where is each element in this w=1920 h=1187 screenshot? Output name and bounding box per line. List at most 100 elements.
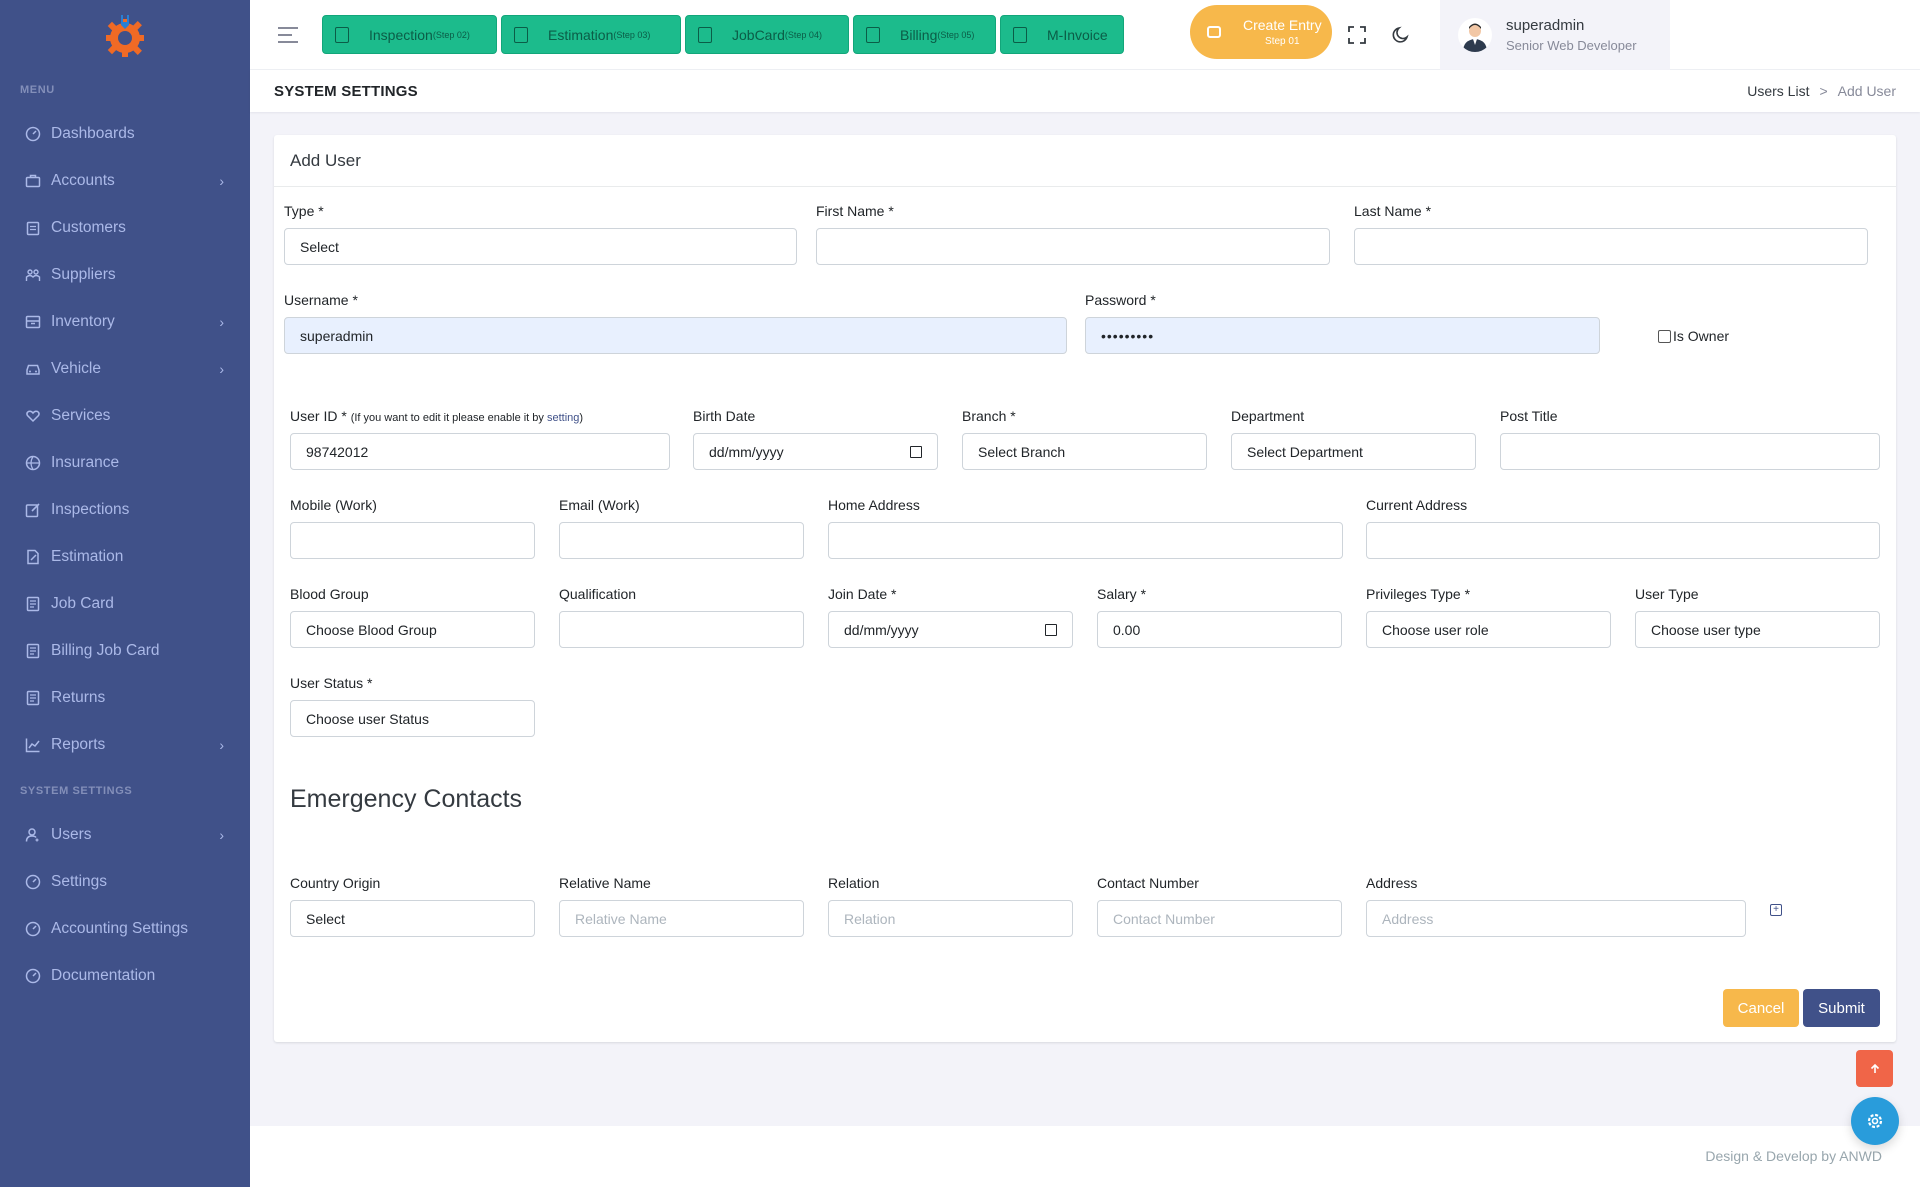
create-entry-button[interactable]: Create Entry Step 01 [1190,5,1332,59]
privileges-select[interactable]: Choose user role [1366,611,1611,648]
sidebar-item-label: Documentation [51,966,156,984]
sidebar-item-insurance[interactable]: Insurance [0,439,250,486]
address-input[interactable]: Address [1366,900,1746,937]
setting-link[interactable]: setting [547,412,579,424]
step-button-inspection[interactable]: Inspection (Step 02) [322,15,497,54]
is-owner-checkbox-wrap: Is Owner [1658,328,1729,344]
user-id-note: (If you want to edit it please enable it… [351,412,583,424]
back-to-top-button[interactable] [1856,1050,1893,1087]
step-button-m-invoice[interactable]: M-Invoice [1000,15,1124,54]
sidebar-item-suppliers[interactable]: Suppliers [0,251,250,298]
mobile-input[interactable] [290,522,535,559]
step-button-estimation[interactable]: Estimation (Step 03) [501,15,681,54]
birth-date-label: Birth Date [693,408,756,424]
first-name-field: First Name * [816,203,1330,265]
step-button-step: (Step 05) [937,29,975,40]
address-field: Address Address [1366,875,1746,937]
calendar-icon[interactable] [1045,623,1057,636]
password-input[interactable]: ••••••••• [1085,317,1600,354]
contact-number-input[interactable]: Contact Number [1097,900,1342,937]
edit-doc-icon [25,549,41,565]
privileges-label: Privileges Type * [1366,586,1471,602]
chevron-right-icon: › [219,360,224,377]
sidebar-item-job-card[interactable]: Job Card [0,580,250,627]
email-input[interactable] [559,522,804,559]
sidebar-item-accounts[interactable]: Accounts › [0,157,250,204]
type-select[interactable]: Select [284,228,797,265]
customizer-gear-button[interactable] [1851,1097,1899,1145]
document-icon [698,26,712,43]
add-row-plus-icon[interactable]: + [1770,904,1782,916]
sidebar-item-vehicle[interactable]: Vehicle › [0,345,250,392]
sidebar-item-estimation[interactable]: Estimation [0,533,250,580]
step-button-label: M-Invoice [1047,26,1108,43]
sidebar-item-reports[interactable]: Reports › [0,721,250,768]
step-button-billing[interactable]: Billing (Step 05) [853,15,996,54]
relative-name-input[interactable]: Relative Name [559,900,804,937]
salary-input[interactable]: 0.00 [1097,611,1342,648]
join-date-input[interactable]: dd/mm/yyyy [828,611,1073,648]
edit-box-icon [25,502,41,518]
hamburger-menu-icon[interactable] [278,26,300,43]
create-entry-step: Step 01 [1265,36,1300,47]
salary-label: Salary * [1097,586,1147,602]
sidebar-item-accounting-settings[interactable]: Accounting Settings [0,905,250,952]
user-status-select[interactable]: Choose user Status [290,700,535,737]
menu-section-title: MENU [20,84,55,96]
sidebar-item-users[interactable]: Users › [0,811,250,858]
sidebar-item-billing-job-card[interactable]: Billing Job Card [0,627,250,674]
document-icon [514,26,528,43]
qualification-input[interactable] [559,611,804,648]
birth-date-input[interactable]: dd/mm/yyyy [693,433,938,470]
footer: Design & Develop by ANWD [250,1126,1920,1187]
current-address-input[interactable] [1366,522,1880,559]
post-title-input[interactable] [1500,433,1880,470]
sidebar-item-dashboards[interactable]: Dashboards [0,110,250,157]
submit-button[interactable]: Submit [1803,989,1880,1027]
branch-select[interactable]: Select Branch [962,433,1207,470]
user-id-input[interactable]: 98742012 [290,433,670,470]
footer-credit: Design & Develop by ANWD [1705,1148,1882,1164]
sidebar-item-label: Insurance [51,453,120,471]
sidebar-item-inventory[interactable]: Inventory › [0,298,250,345]
email-label: Email (Work) [559,497,640,513]
is-owner-checkbox[interactable] [1658,329,1671,343]
address-placeholder: Address [1382,910,1434,927]
user-type-select[interactable]: Choose user type [1635,611,1880,648]
country-origin-select[interactable]: Select [290,900,535,937]
first-name-input[interactable] [816,228,1330,265]
avatar [1458,18,1492,52]
sidebar-item-label: Vehicle [51,359,101,377]
step-button-jobcard[interactable]: JobCard (Step 04) [685,15,849,54]
email-field: Email (Work) [559,497,804,559]
fullscreen-icon[interactable] [1348,26,1366,44]
app-logo[interactable] [0,0,250,70]
breadcrumb-users-list-link[interactable]: Users List [1747,83,1809,99]
relation-input[interactable]: Relation [828,900,1073,937]
relative-name-label: Relative Name [559,875,651,891]
country-origin-label: Country Origin [290,875,381,891]
sidebar-item-settings[interactable]: Settings [0,858,250,905]
chevron-right-icon: › [219,736,224,753]
step-button-step: (Step 03) [613,29,651,40]
document-icon [335,26,349,43]
emergency-contacts-title: Emergency Contacts [290,785,523,813]
contact-number-placeholder: Contact Number [1113,910,1215,927]
current-address-field: Current Address [1366,497,1880,559]
user-profile-dropdown[interactable]: superadmin Senior Web Developer [1440,0,1670,70]
last-name-input[interactable] [1354,228,1868,265]
car-icon [1207,26,1221,38]
sidebar-item-services[interactable]: Services [0,392,250,439]
calendar-icon[interactable] [910,445,922,458]
department-select[interactable]: Select Department [1231,433,1476,470]
cancel-button[interactable]: Cancel [1723,989,1799,1027]
sidebar-item-documentation[interactable]: Documentation [0,952,250,999]
blood-group-select[interactable]: Choose Blood Group [290,611,535,648]
sidebar-item-inspections[interactable]: Inspections [0,486,250,533]
dashboard-icon [25,126,41,142]
moon-icon[interactable] [1392,26,1410,44]
username-input[interactable]: superadmin [284,317,1067,354]
sidebar-item-returns[interactable]: Returns [0,674,250,721]
sidebar-item-customers[interactable]: Customers [0,204,250,251]
home-address-input[interactable] [828,522,1343,559]
